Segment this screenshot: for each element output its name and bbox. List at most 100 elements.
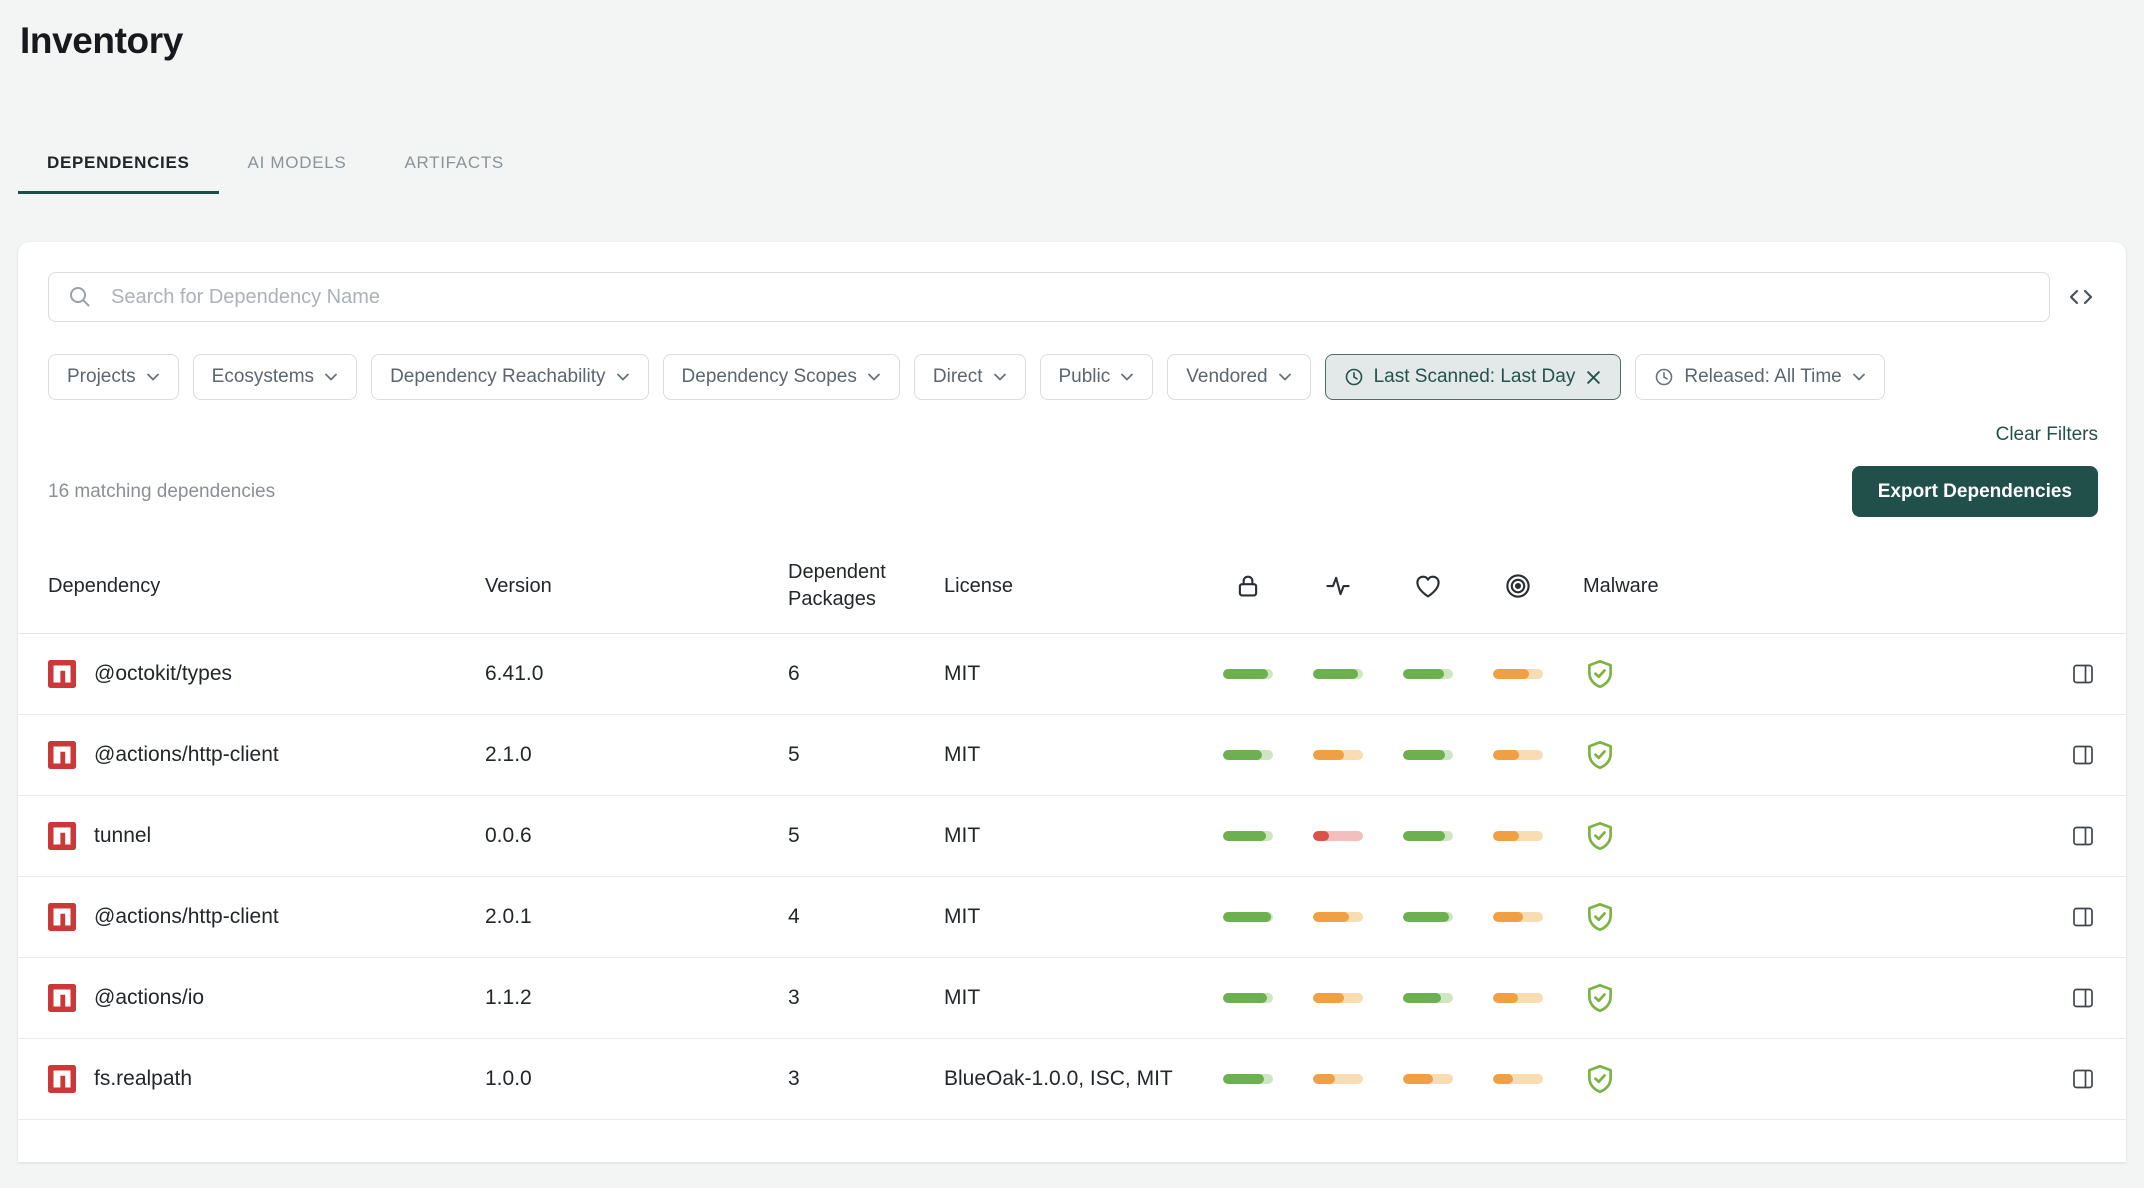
results-summary: 16 matching dependencies [48, 481, 275, 503]
filter-dependency-reachability[interactable]: Dependency Reachability [371, 354, 648, 400]
quality-score-bar [1473, 831, 1563, 841]
dependency-version: 6.41.0 [485, 662, 788, 686]
table-row[interactable]: tunnel 0.0.6 5 MIT [18, 796, 2126, 877]
popularity-score-bar [1383, 993, 1473, 1003]
side-panel-icon[interactable] [2068, 983, 2098, 1013]
column-header-license: License [944, 575, 1203, 598]
search-icon [67, 284, 93, 310]
side-panel-icon[interactable] [2068, 902, 2098, 932]
filter-ecosystems[interactable]: Ecosystems [193, 354, 357, 400]
chevron-down-icon [146, 371, 160, 383]
dependency-version: 1.1.2 [485, 986, 788, 1010]
quality-score-bar [1473, 1074, 1563, 1084]
dependency-version: 0.0.6 [485, 824, 788, 848]
table-body: @octokit/types 6.41.0 6 MIT @actions/htt… [18, 634, 2126, 1120]
column-header-version: Version [485, 575, 788, 598]
chevron-down-icon [1852, 371, 1866, 383]
dependency-license: MIT [944, 817, 1203, 855]
activity-score-bar [1293, 750, 1383, 760]
tab-ai-models[interactable]: AI MODELS [219, 134, 376, 194]
chevron-down-icon [324, 371, 338, 383]
clock-icon [1654, 367, 1674, 387]
column-header-dependency: Dependency [48, 575, 485, 598]
npm-ecosystem-icon [48, 741, 76, 769]
dependent-packages-count: 6 [788, 662, 944, 686]
malware-safe-icon [1563, 738, 1718, 772]
code-icon[interactable] [2064, 280, 2098, 314]
chevron-down-icon [1120, 371, 1134, 383]
popularity-score-bar [1383, 669, 1473, 679]
heart-icon [1383, 571, 1473, 601]
activity-score-bar [1293, 1074, 1383, 1084]
malware-safe-icon [1563, 657, 1718, 691]
quality-score-bar [1473, 912, 1563, 922]
security-score-bar [1203, 912, 1293, 922]
filter-chip-last-scanned[interactable]: Last Scanned: Last Day [1325, 354, 1622, 400]
dependency-name: @actions/http-client [94, 743, 279, 767]
npm-ecosystem-icon [48, 1065, 76, 1093]
activity-score-bar [1293, 669, 1383, 679]
dependency-name: fs.realpath [94, 1067, 192, 1091]
activity-score-bar [1293, 993, 1383, 1003]
security-score-bar [1203, 831, 1293, 841]
popularity-score-bar [1383, 912, 1473, 922]
column-header-malware: Malware [1563, 575, 1718, 598]
tab-dependencies[interactable]: DEPENDENCIES [18, 134, 219, 194]
search-input[interactable] [109, 285, 2031, 310]
activity-score-bar [1293, 912, 1383, 922]
dependent-packages-count: 5 [788, 824, 944, 848]
side-panel-icon[interactable] [2068, 1064, 2098, 1094]
chevron-down-icon [993, 371, 1007, 383]
close-icon[interactable] [1585, 369, 1602, 386]
dependencies-panel: Projects Ecosystems Dependency Reachabil… [18, 242, 2126, 1162]
dependent-packages-count: 3 [788, 1067, 944, 1091]
chevron-down-icon [1278, 371, 1292, 383]
dependencies-table: Dependency Version Dependent Packages Li… [18, 539, 2126, 1120]
activity-icon [1293, 571, 1383, 601]
malware-safe-icon [1563, 1062, 1718, 1096]
side-panel-icon[interactable] [2068, 821, 2098, 851]
export-dependencies-button[interactable]: Export Dependencies [1852, 466, 2098, 517]
npm-ecosystem-icon [48, 822, 76, 850]
table-row[interactable]: @octokit/types 6.41.0 6 MIT [18, 634, 2126, 715]
inventory-page: Inventory DEPENDENCIES AI MODELS ARTIFAC… [0, 20, 2144, 1162]
tab-bar: DEPENDENCIES AI MODELS ARTIFACTS [18, 134, 2126, 194]
table-row[interactable]: @actions/io 1.1.2 3 MIT [18, 958, 2126, 1039]
filter-projects[interactable]: Projects [48, 354, 179, 400]
clock-icon [1344, 367, 1364, 387]
npm-ecosystem-icon [48, 984, 76, 1012]
dependency-license: BlueOak-1.0.0, ISC, MIT [944, 1060, 1203, 1098]
dependency-name: @actions/http-client [94, 905, 279, 929]
dependency-name: tunnel [94, 824, 151, 848]
tab-artifacts[interactable]: ARTIFACTS [375, 134, 533, 194]
security-score-bar [1203, 1074, 1293, 1084]
column-header-dependent-packages: Dependent Packages [788, 559, 944, 613]
filter-bar: Projects Ecosystems Dependency Reachabil… [48, 354, 2098, 400]
quality-score-bar [1473, 750, 1563, 760]
side-panel-icon[interactable] [2068, 740, 2098, 770]
table-row[interactable]: fs.realpath 1.0.0 3 BlueOak-1.0.0, ISC, … [18, 1039, 2126, 1120]
activity-score-bar [1293, 831, 1383, 841]
filter-public[interactable]: Public [1040, 354, 1154, 400]
filter-vendored[interactable]: Vendored [1167, 354, 1310, 400]
table-row[interactable]: @actions/http-client 2.0.1 4 MIT [18, 877, 2126, 958]
page-title: Inventory [18, 20, 2126, 62]
malware-safe-icon [1563, 981, 1718, 1015]
dependent-packages-count: 4 [788, 905, 944, 929]
filter-dependency-scopes[interactable]: Dependency Scopes [663, 354, 900, 400]
filter-released[interactable]: Released: All Time [1635, 354, 1884, 400]
target-icon [1473, 571, 1563, 601]
table-row[interactable]: @actions/http-client 2.1.0 5 MIT [18, 715, 2126, 796]
dependency-license: MIT [944, 655, 1203, 693]
dependency-license: MIT [944, 736, 1203, 774]
side-panel-icon[interactable] [2068, 659, 2098, 689]
popularity-score-bar [1383, 831, 1473, 841]
dependency-version: 1.0.0 [485, 1067, 788, 1091]
filter-direct[interactable]: Direct [914, 354, 1026, 400]
dependency-version: 2.0.1 [485, 905, 788, 929]
npm-ecosystem-icon [48, 660, 76, 688]
security-score-bar [1203, 750, 1293, 760]
popularity-score-bar [1383, 1074, 1473, 1084]
clear-filters-button[interactable]: Clear Filters [1996, 424, 2098, 446]
dependency-license: MIT [944, 979, 1203, 1017]
